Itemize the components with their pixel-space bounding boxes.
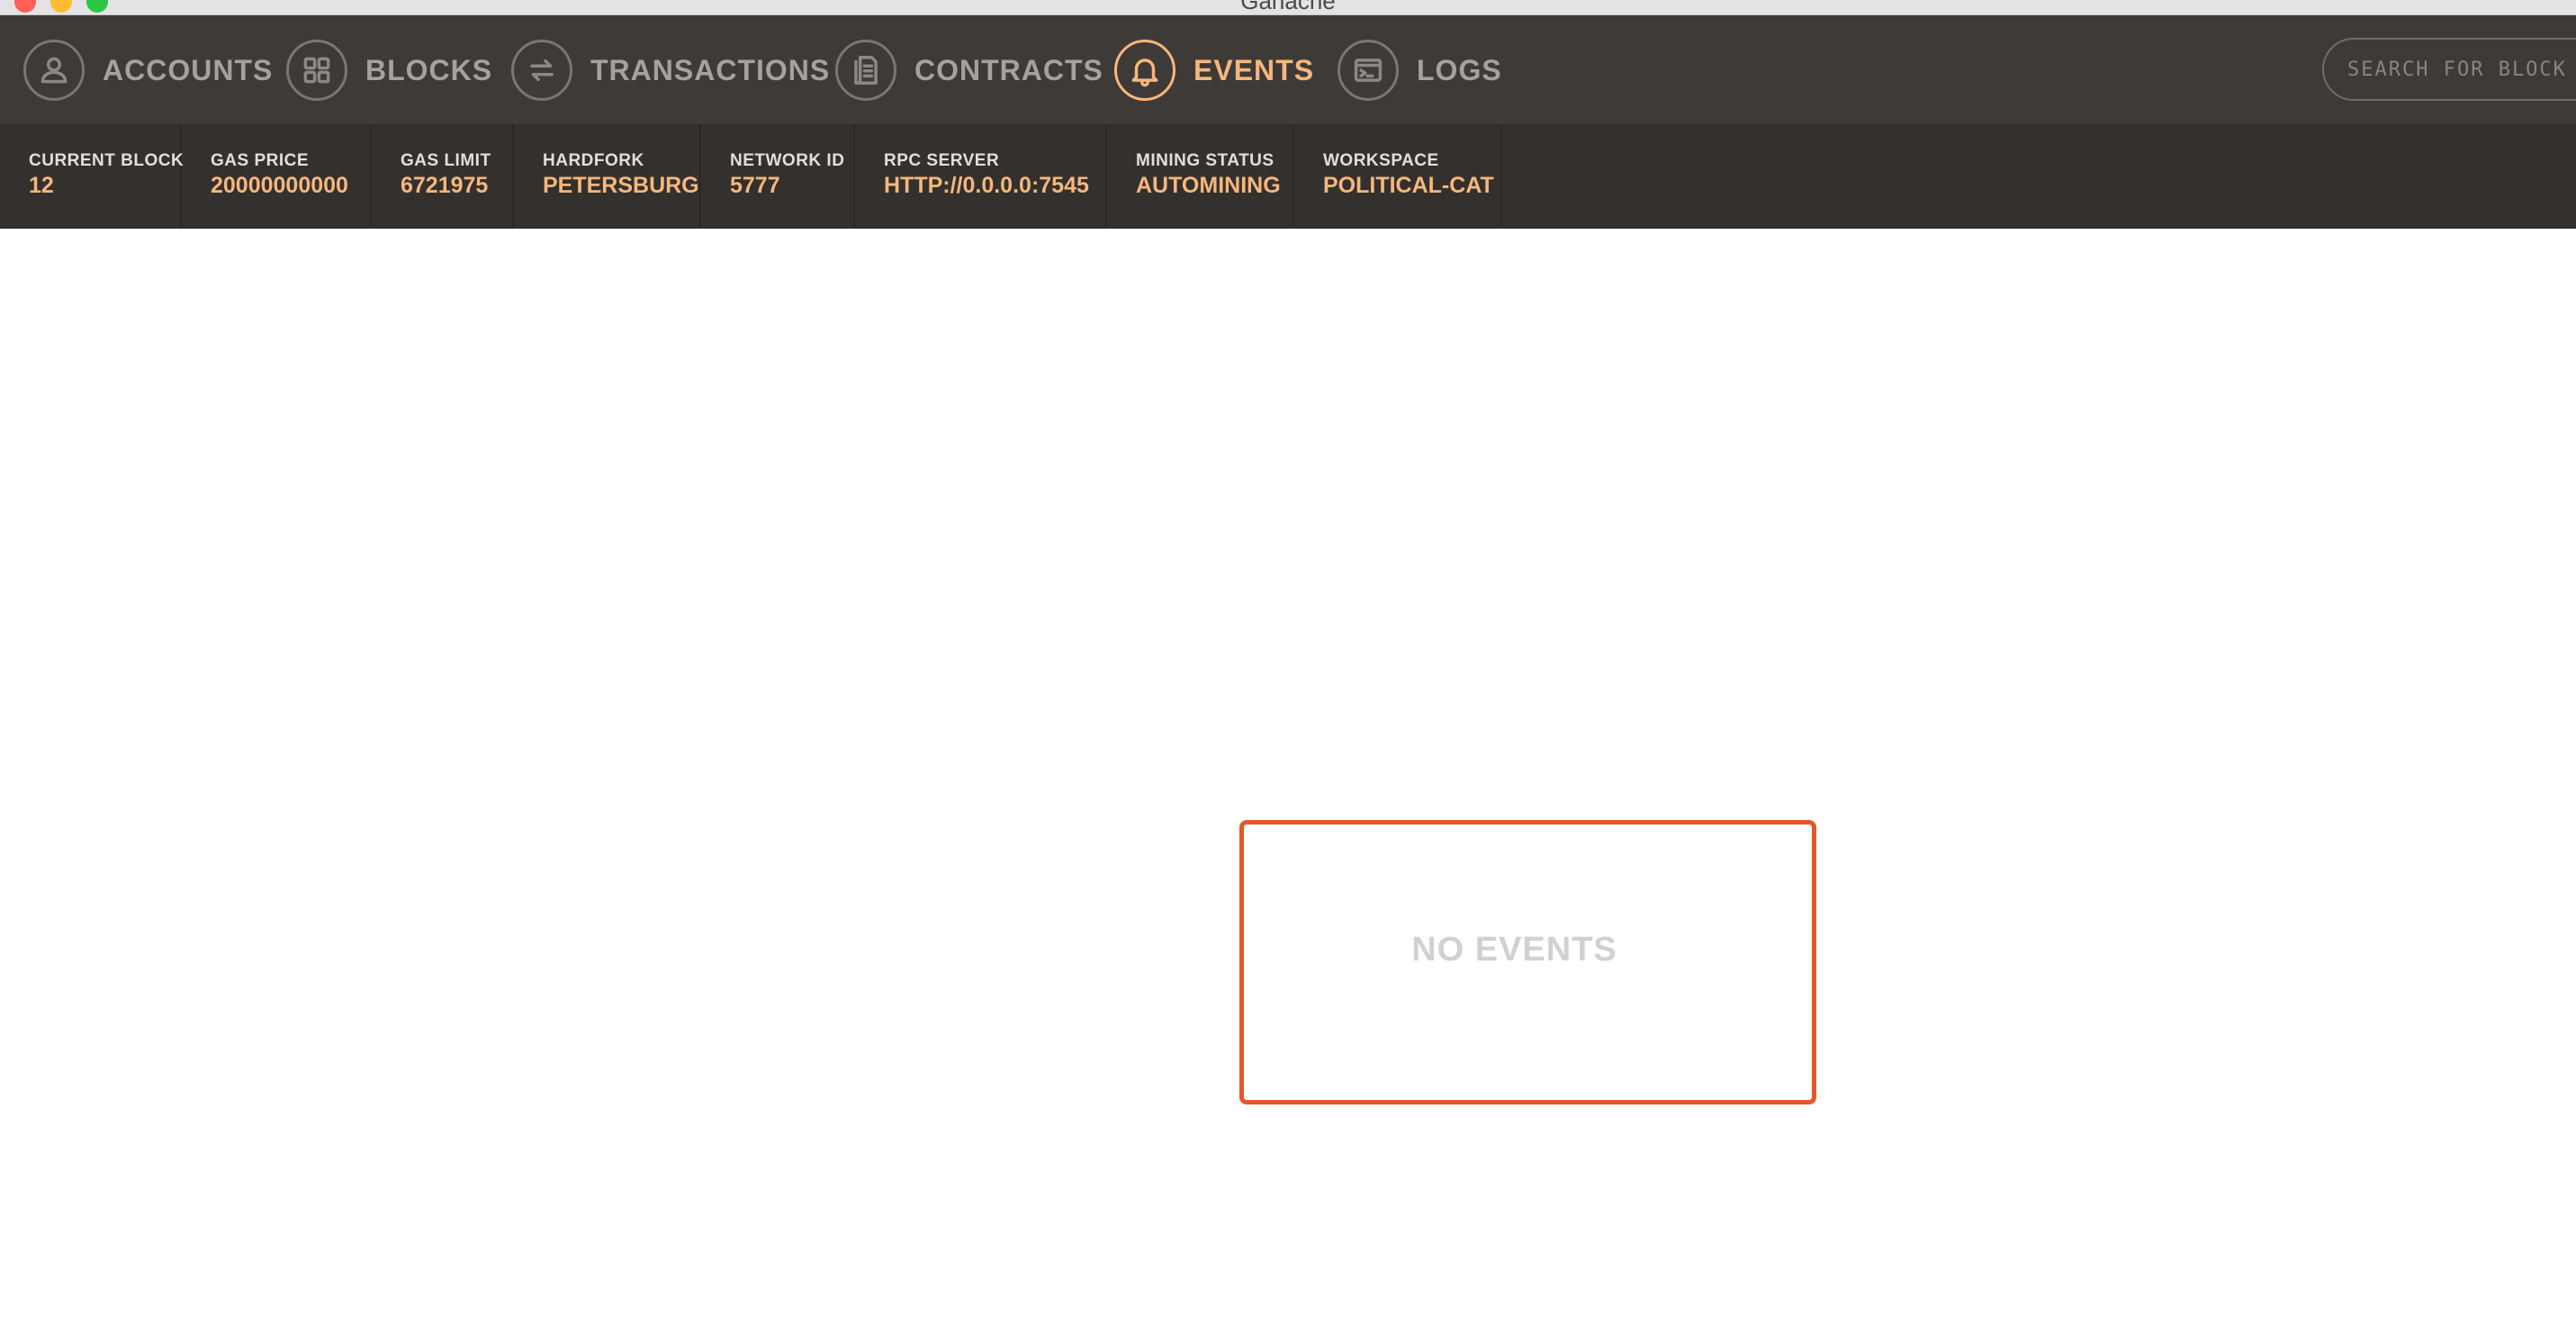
document-icon bbox=[835, 40, 896, 101]
stat-label: GAS LIMIT bbox=[401, 151, 491, 170]
grid-icon bbox=[286, 40, 347, 101]
arrows-icon bbox=[511, 40, 572, 101]
stat-value: 5777 bbox=[730, 173, 780, 198]
nav-events[interactable]: EVENTS bbox=[1114, 38, 1314, 103]
stat-current-block: CURRENT BLOCK 12 bbox=[0, 124, 185, 228]
window-title: Ganache bbox=[1240, 0, 1336, 14]
stat-value: 20000000000 bbox=[211, 173, 348, 198]
window-titlebar: Ganache bbox=[0, 0, 2576, 15]
nav-contracts[interactable]: CONTRACTS bbox=[835, 38, 1103, 103]
user-icon bbox=[23, 40, 85, 101]
stat-hardfork: HARDFORK PETERSBURG bbox=[514, 124, 701, 228]
stat-network-id: NETWORK ID 5777 bbox=[701, 124, 855, 228]
status-bar: CURRENT BLOCK 12 GAS PRICE 20000000000 G… bbox=[0, 124, 2576, 229]
nav-contracts-label: CONTRACTS bbox=[914, 53, 1103, 86]
nav-transactions-label: TRANSACTIONS bbox=[590, 53, 831, 86]
nav-events-label: EVENTS bbox=[1193, 53, 1315, 86]
bell-icon bbox=[1114, 40, 1175, 101]
nav-transactions[interactable]: TRANSACTIONS bbox=[511, 38, 830, 103]
stat-value: POLITICAL-CAT bbox=[1323, 173, 1494, 198]
nav-blocks-label: BLOCKS bbox=[365, 53, 493, 86]
stat-label: WORKSPACE bbox=[1323, 151, 1439, 170]
stat-gas-price: GAS PRICE 20000000000 bbox=[182, 124, 372, 228]
stat-value: HTTP://0.0.0.0:7545 bbox=[884, 173, 1089, 198]
stat-workspace: WORKSPACE POLITICAL-CAT bbox=[1294, 124, 1502, 228]
nav-logs-label: LOGS bbox=[1417, 53, 1502, 86]
nav-blocks[interactable]: BLOCKS bbox=[286, 38, 492, 103]
stat-label: NETWORK ID bbox=[730, 151, 845, 170]
stat-value: 12 bbox=[29, 173, 54, 198]
nav-logs[interactable]: LOGS bbox=[1338, 38, 1502, 103]
stat-label: CURRENT BLOCK bbox=[29, 151, 185, 170]
stat-rpc-server: RPC SERVER HTTP://0.0.0.0:7545 bbox=[855, 124, 1107, 228]
empty-state: NO EVENTS bbox=[1239, 820, 1816, 1104]
stat-value: PETERSBURG bbox=[543, 173, 699, 198]
stat-label: RPC SERVER bbox=[884, 151, 1000, 170]
stat-gas-limit: GAS LIMIT 6721975 bbox=[372, 124, 514, 228]
stat-value: AUTOMINING bbox=[1136, 173, 1281, 198]
top-navigation: ACCOUNTS BLOCKS TRANSACTIONS CONTRACTS E… bbox=[0, 15, 2576, 124]
search-input[interactable] bbox=[2322, 38, 2576, 101]
stat-mining-status: MINING STATUS AUTOMINING bbox=[1107, 124, 1294, 228]
stat-value: 6721975 bbox=[401, 173, 489, 198]
stat-label: MINING STATUS bbox=[1136, 151, 1274, 170]
nav-accounts-label: ACCOUNTS bbox=[103, 53, 274, 86]
stat-label: HARDFORK bbox=[543, 151, 644, 170]
events-panel: NO EVENTS bbox=[0, 229, 2576, 1343]
no-events-message: NO EVENTS bbox=[1411, 930, 1617, 969]
stat-label: GAS PRICE bbox=[211, 151, 310, 170]
nav-accounts[interactable]: ACCOUNTS bbox=[23, 38, 273, 103]
terminal-icon bbox=[1338, 40, 1399, 101]
